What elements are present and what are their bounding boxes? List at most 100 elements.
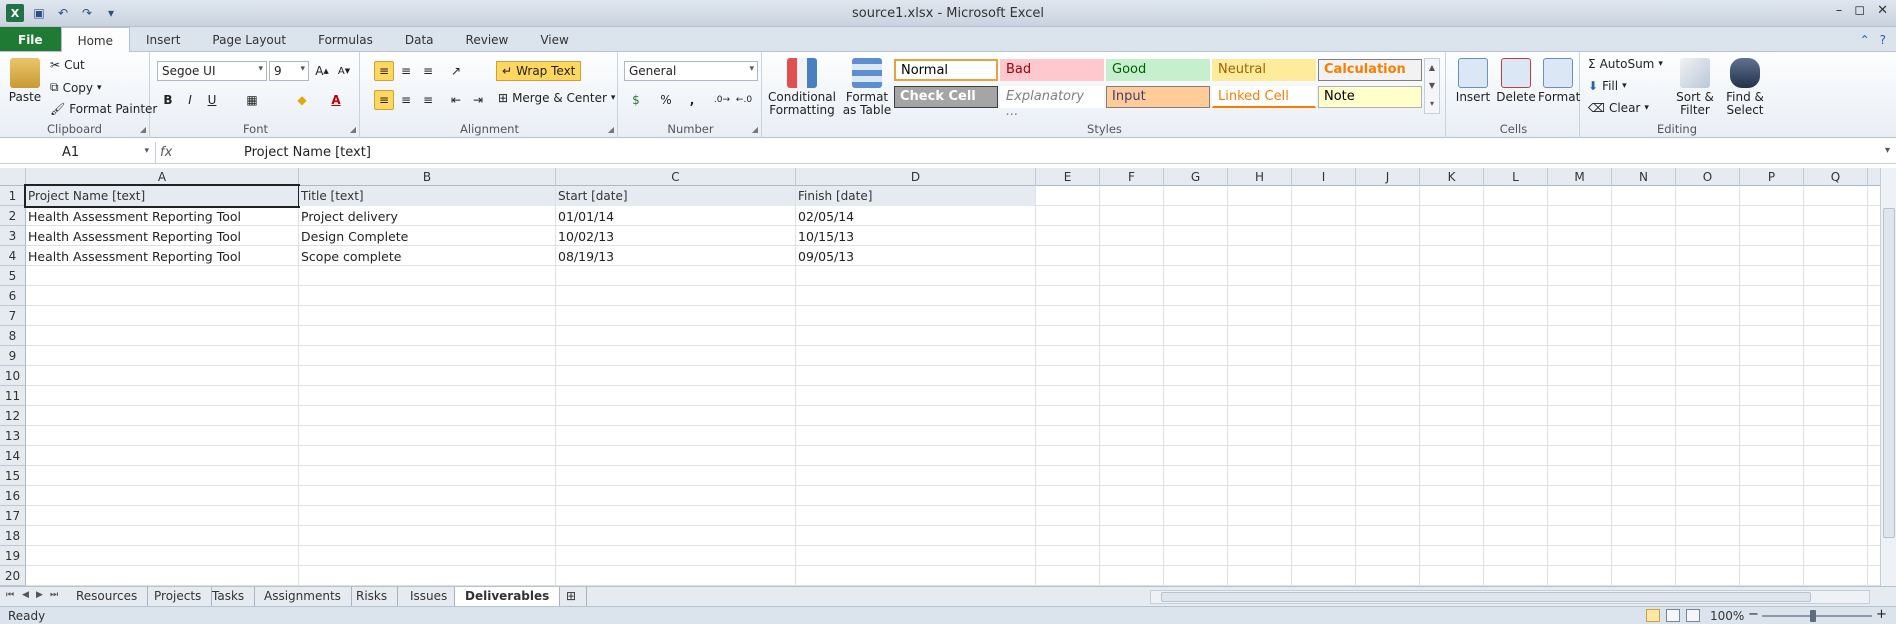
column-header-f[interactable]: F <box>1100 168 1164 186</box>
sheet-tab-deliverables[interactable]: Deliverables <box>454 587 561 606</box>
sheet-tab-tasks[interactable]: Tasks <box>202 587 256 606</box>
expand-formula-bar-icon[interactable]: ▾ <box>1885 145 1890 156</box>
font-size-select[interactable]: 9 <box>269 61 309 81</box>
select-all-corner[interactable] <box>0 168 26 186</box>
cell-style-normal[interactable]: Normal <box>894 59 998 81</box>
column-header-p[interactable]: P <box>1740 168 1804 186</box>
cell-style-bad[interactable]: Bad <box>1000 59 1104 81</box>
increase-decimal-icon[interactable]: .0→ <box>712 90 732 110</box>
vertical-scrollbar[interactable] <box>1880 168 1896 586</box>
row-header-10[interactable]: 10 <box>0 366 26 386</box>
cell-style-explanatory[interactable]: Explanatory ... <box>1000 86 1104 119</box>
number-dialog-launcher-icon[interactable]: ◢ <box>752 125 758 134</box>
row-header-17[interactable]: 17 <box>0 506 26 526</box>
column-header-l[interactable]: L <box>1484 168 1548 186</box>
close-button[interactable]: ✕ <box>1877 3 1888 18</box>
last-sheet-icon[interactable]: ⏭ <box>50 590 58 600</box>
tab-data[interactable]: Data <box>389 27 450 51</box>
tab-insert[interactable]: Insert <box>130 27 196 51</box>
column-header-g[interactable]: G <box>1164 168 1228 186</box>
conditional-formatting-button[interactable]: Conditional Formatting <box>768 58 836 117</box>
row-header-7[interactable]: 7 <box>0 306 26 326</box>
font-name-select[interactable]: Segoe UI <box>157 61 267 81</box>
table-cell[interactable]: 08/19/13 <box>556 246 795 266</box>
row-header-6[interactable]: 6 <box>0 286 26 306</box>
grow-font-icon[interactable]: A ▲ <box>312 61 332 81</box>
sheet-tab-issues[interactable]: Issues <box>400 587 459 606</box>
tab-file[interactable]: File <box>0 27 61 51</box>
minimize-button[interactable]: – <box>1836 3 1843 18</box>
horizontal-scrollbar[interactable] <box>1150 590 1870 604</box>
column-header-k[interactable]: K <box>1420 168 1484 186</box>
cell-style-calculation[interactable]: Calculation <box>1318 59 1422 81</box>
borders-icon[interactable]: ▦ <box>242 90 262 110</box>
clear-button[interactable]: ⌫ Clear ▾ <box>1588 101 1649 115</box>
tab-formulas[interactable]: Formulas <box>302 27 389 51</box>
collapse-ribbon-icon[interactable]: ⌃ <box>1860 33 1870 47</box>
merge-center-button[interactable]: ⊞ Merge & Center ▾ <box>498 91 615 105</box>
insert-cells-button[interactable]: Insert <box>1454 58 1492 104</box>
cell-style-input[interactable]: Input <box>1106 86 1210 108</box>
tab-page-layout[interactable]: Page Layout <box>196 27 302 51</box>
header-cell[interactable]: Project Name [text] <box>24 184 300 208</box>
worksheet-grid[interactable]: ABCDEFGHIJKLMNOPQ 1 2 3 4 5 6 7 8 9 10 11 12 13 14 15 1… <box>0 168 1880 586</box>
clipboard-dialog-launcher-icon[interactable]: ◢ <box>140 125 146 134</box>
column-header-b[interactable]: B <box>299 168 556 186</box>
underline-button[interactable]: U <box>202 90 222 110</box>
header-cell[interactable]: Start [date] <box>556 186 795 206</box>
row-header-8[interactable]: 8 <box>0 326 26 346</box>
percent-button[interactable]: % <box>656 90 676 110</box>
sort-filter-button[interactable]: Sort & Filter <box>1672 58 1718 117</box>
table-cell[interactable]: 10/02/13 <box>556 226 795 246</box>
zoom-slider[interactable] <box>1762 615 1872 617</box>
column-header-o[interactable]: O <box>1676 168 1740 186</box>
sheet-tab-risks[interactable]: Risks <box>346 587 399 606</box>
row-header-2[interactable]: 2 <box>0 206 26 226</box>
row-header-14[interactable]: 14 <box>0 446 26 466</box>
next-sheet-icon[interactable]: ▶ <box>36 590 43 600</box>
tab-review[interactable]: Review <box>450 27 525 51</box>
column-header-a[interactable]: A <box>26 168 299 186</box>
tab-view[interactable]: View <box>524 27 584 51</box>
column-header-q[interactable]: Q <box>1804 168 1868 186</box>
formula-input[interactable]: Project Name [text] <box>244 145 371 160</box>
italic-button[interactable]: I <box>180 90 200 110</box>
wrap-text-button[interactable]: ↵ Wrap Text <box>496 61 582 81</box>
table-cell[interactable]: Health Assessment Reporting Tool <box>26 206 298 226</box>
zoom-level[interactable]: 100% <box>1710 609 1744 623</box>
shrink-font-icon[interactable]: A ▼ <box>334 61 354 81</box>
styles-scroll[interactable]: ▲ ▼ ▾ <box>1424 58 1440 114</box>
row-header-9[interactable]: 9 <box>0 346 26 366</box>
paste-button[interactable]: Paste <box>8 58 42 104</box>
column-header-m[interactable]: M <box>1548 168 1612 186</box>
align-middle-icon[interactable]: ≡ <box>396 61 416 81</box>
fill-button[interactable]: ⬇ Fill ▾ <box>1588 79 1627 93</box>
delete-cells-button[interactable]: Delete <box>1496 58 1536 104</box>
help-icon[interactable]: ? <box>1880 33 1886 47</box>
zoom-in-icon[interactable]: + <box>1876 607 1887 622</box>
sheet-tab-assignments[interactable]: Assignments <box>254 587 352 606</box>
row-header-4[interactable]: 4 <box>0 246 26 266</box>
alignment-dialog-launcher-icon[interactable]: ◢ <box>608 125 614 134</box>
header-cell[interactable]: Finish [date] <box>796 186 1035 206</box>
normal-view-icon[interactable] <box>1646 609 1660 622</box>
row-header-20[interactable]: 20 <box>0 566 26 586</box>
cell-style-note[interactable]: Note <box>1318 86 1422 108</box>
table-cell[interactable]: Design Complete <box>299 226 555 246</box>
orientation-icon[interactable]: ↗ <box>446 61 466 81</box>
table-cell[interactable]: Health Assessment Reporting Tool <box>26 226 298 246</box>
fill-color-icon[interactable]: ◆ <box>292 90 312 110</box>
column-header-d[interactable]: D <box>796 168 1036 186</box>
vertical-scroll-thumb[interactable] <box>1883 208 1895 538</box>
row-header-16[interactable]: 16 <box>0 486 26 506</box>
align-top-icon[interactable]: ≡ <box>374 61 394 81</box>
row-header-11[interactable]: 11 <box>0 386 26 406</box>
zoom-out-icon[interactable]: − <box>1748 607 1759 622</box>
column-header-i[interactable]: I <box>1292 168 1356 186</box>
column-header-c[interactable]: C <box>556 168 796 186</box>
format-as-table-button[interactable]: Format as Table <box>840 58 894 117</box>
align-bottom-icon[interactable]: ≡ <box>418 61 438 81</box>
cell-style-check-cell[interactable]: Check Cell <box>894 86 998 108</box>
decrease-decimal-icon[interactable]: ←.0 <box>734 90 754 110</box>
autosum-button[interactable]: Σ AutoSum ▾ <box>1588 57 1663 71</box>
